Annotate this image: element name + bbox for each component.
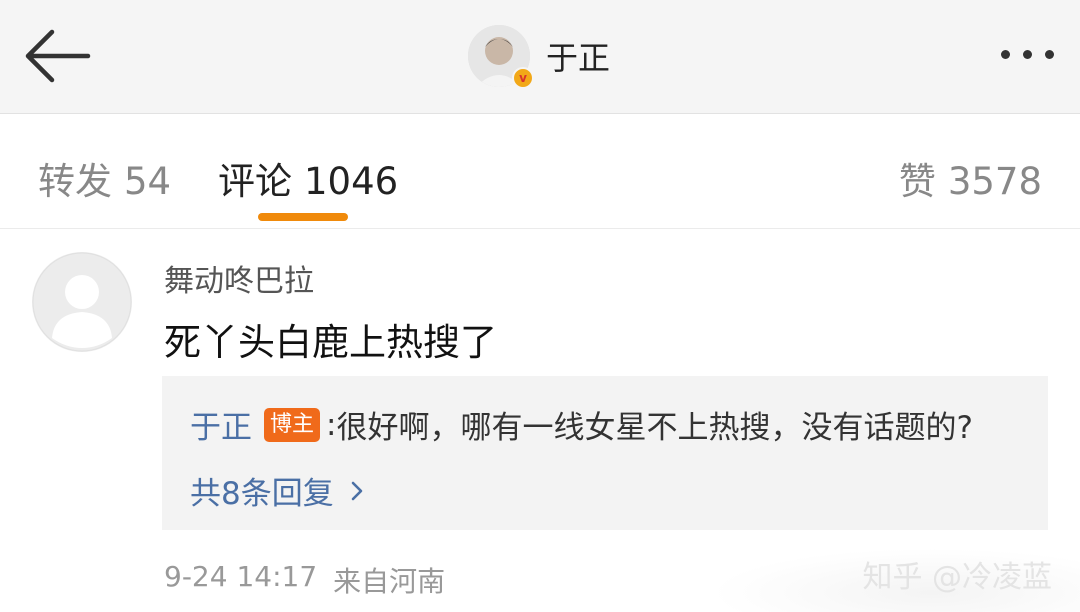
reply-colon: : — [326, 406, 337, 443]
tab-repost-label: 转发 — [38, 160, 112, 203]
comment-meta: 9-24 14:17 来自河南 — [164, 560, 445, 600]
more-button[interactable] — [1001, 50, 1054, 59]
watermark: 知乎 @冷凌蓝 — [862, 560, 1052, 595]
view-replies-link[interactable]: 共8条回复 — [190, 468, 370, 513]
comment-location: 来自河南 — [333, 565, 446, 598]
profile-header[interactable]: v 于正 — [468, 24, 610, 89]
tab-comments-label: 评论 — [218, 160, 292, 203]
arrow-left-icon — [25, 29, 91, 83]
verified-badge-icon: v — [512, 67, 534, 89]
back-button[interactable] — [22, 26, 94, 86]
reply-line: 于正 博主 : 很好啊，哪有一线女星不上热搜，没有话题的? — [190, 402, 973, 447]
tab-comments-count: 1046 — [304, 160, 399, 203]
tab-repost[interactable]: 转发 54 — [38, 151, 171, 205]
tab-likes-count: 3578 — [947, 160, 1042, 203]
tab-bar: 转发 54 评论 1046 赞 3578 — [0, 115, 1080, 229]
author-badge: 博主 — [264, 407, 321, 442]
reply-text: 很好啊，哪有一线女星不上热搜，没有话题的? — [336, 410, 973, 446]
active-tab-indicator — [258, 213, 348, 221]
chevron-right-icon — [351, 481, 363, 500]
commenter-avatar[interactable] — [32, 252, 132, 352]
default-user-icon — [32, 252, 132, 352]
top-bar: v 于正 — [0, 0, 1080, 114]
comment-text: 死丫头白鹿上热搜了 — [164, 321, 497, 364]
more-dot-icon — [1023, 50, 1032, 59]
comment-username[interactable]: 舞动咚巴拉 — [164, 256, 314, 300]
more-dot-icon — [1001, 50, 1010, 59]
profile-name[interactable]: 于正 — [546, 33, 610, 79]
comment-date: 9-24 14:17 — [164, 560, 318, 593]
tab-likes[interactable]: 赞 3578 — [899, 151, 1042, 205]
tab-comments[interactable]: 评论 1046 — [218, 151, 398, 205]
reply-author[interactable]: 于正 — [190, 402, 252, 447]
tab-likes-label: 赞 — [898, 160, 936, 203]
tab-repost-count: 54 — [124, 160, 172, 203]
reply-preview[interactable]: 于正 博主 : 很好啊，哪有一线女星不上热搜，没有话题的? 共8条回复 — [162, 376, 1048, 530]
view-replies-label: 共8条回复 — [190, 476, 334, 512]
more-dot-icon — [1045, 50, 1054, 59]
